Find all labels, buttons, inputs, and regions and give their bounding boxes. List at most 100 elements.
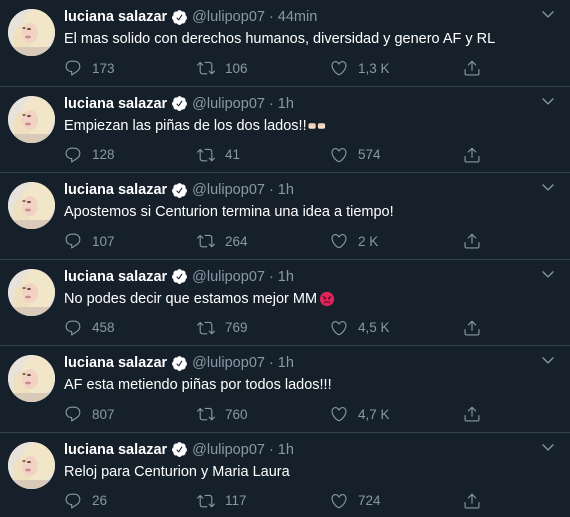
reply-button[interactable]: 107 (64, 232, 197, 250)
retweet-count: 106 (225, 60, 248, 76)
verified-badge-icon (171, 268, 188, 285)
share-icon (464, 233, 480, 249)
reply-icon (65, 493, 81, 508)
chevron-down-icon[interactable] (540, 179, 556, 195)
chevron-down-icon[interactable] (540, 266, 556, 282)
tweet-text: Empiezan las piñas de los dos lados!! (64, 117, 558, 136)
chevron-down-icon[interactable] (540, 439, 556, 455)
chevron-down-icon[interactable] (540, 6, 556, 22)
share-button[interactable] (463, 319, 481, 337)
tweet-timestamp[interactable]: 1h (278, 442, 294, 458)
tweet[interactable]: luciana salazar @lulipop07 · 1h Apostemo… (0, 173, 570, 260)
retweet-icon (197, 407, 215, 421)
tweet[interactable]: luciana salazar @lulipop07 · 44min El ma… (0, 0, 570, 87)
retweet-icon (197, 494, 215, 507)
avatar[interactable] (8, 9, 55, 56)
tweet[interactable]: luciana salazar @lulipop07 · 1h No podes… (0, 260, 570, 346)
like-button[interactable]: 1,3 K (330, 59, 463, 77)
tweet-actions: 128 41 574 (64, 145, 558, 165)
reply-count: 173 (92, 60, 115, 76)
reply-button[interactable]: 458 (64, 319, 197, 337)
tweet-header: luciana salazar @lulipop07 · 1h (64, 181, 558, 199)
heart-icon (331, 407, 347, 422)
retweet-count: 41 (225, 147, 241, 162)
like-count: 574 (358, 147, 381, 162)
avatar[interactable] (8, 441, 55, 489)
tweet-text-content: Empiezan las piñas de los dos lados!! (64, 117, 307, 134)
tweet-timestamp[interactable]: 44min (278, 9, 318, 25)
like-count: 724 (358, 493, 381, 508)
author-name[interactable]: luciana salazar (64, 96, 167, 112)
avatar[interactable] (8, 95, 55, 143)
share-icon (464, 60, 480, 76)
tweet-timestamp[interactable]: 1h (278, 355, 294, 371)
emoji-slot (317, 290, 336, 309)
chevron-down-icon[interactable] (540, 93, 556, 109)
retweet-icon (197, 61, 215, 75)
chevron-down-icon[interactable] (540, 352, 556, 368)
angry-face-emoji-icon (319, 291, 335, 306)
author-name[interactable]: luciana salazar (64, 442, 167, 458)
author-name[interactable]: luciana salazar (64, 182, 167, 198)
reply-button[interactable]: 26 (64, 492, 197, 510)
like-count: 4,5 K (358, 320, 390, 335)
tweet-header: luciana salazar @lulipop07 · 1h (64, 268, 558, 286)
reply-button[interactable]: 173 (64, 59, 197, 77)
retweet-button[interactable]: 769 (197, 319, 330, 337)
retweet-count: 117 (225, 493, 247, 508)
author-name[interactable]: luciana salazar (64, 9, 167, 25)
retweet-icon (197, 234, 215, 248)
avatar[interactable] (8, 182, 55, 229)
retweet-button[interactable]: 41 (197, 146, 330, 164)
reply-icon (65, 147, 81, 162)
tweet-actions: 26 117 724 (64, 491, 558, 511)
retweet-button[interactable]: 264 (197, 232, 330, 250)
separator-dot: · (268, 95, 274, 112)
reply-count: 458 (92, 320, 115, 335)
like-button[interactable]: 2 K (330, 232, 463, 250)
tweet-actions: 107 264 2 K (64, 231, 558, 251)
tweet-text-content: No podes decir que estamos mejor MM (64, 290, 318, 307)
like-count: 2 K (358, 233, 379, 249)
share-button[interactable] (463, 146, 481, 164)
author-handle[interactable]: @lulipop07 (192, 9, 265, 25)
author-handle[interactable]: @lulipop07 (192, 96, 265, 112)
reply-button[interactable]: 128 (64, 146, 197, 164)
avatar[interactable] (8, 268, 55, 316)
author-handle[interactable]: @lulipop07 (192, 355, 265, 371)
verified-badge-icon (171, 9, 188, 26)
like-button[interactable]: 4,7 K (330, 405, 463, 423)
tweet-timestamp[interactable]: 1h (278, 96, 294, 112)
share-button[interactable] (463, 59, 481, 77)
like-count: 4,7 K (358, 406, 390, 422)
avatar[interactable] (8, 355, 55, 402)
tweet[interactable]: luciana salazar @lulipop07 · 1h Empiezan… (0, 87, 570, 173)
tweet-timestamp[interactable]: 1h (278, 182, 294, 198)
tweet-header: luciana salazar @lulipop07 · 1h (64, 354, 558, 372)
author-handle[interactable]: @lulipop07 (192, 182, 265, 198)
tweet-text: Apostemos si Centurion termina una idea … (64, 203, 558, 222)
share-button[interactable] (463, 405, 481, 423)
reply-count: 26 (92, 493, 108, 508)
author-handle[interactable]: @lulipop07 (192, 269, 265, 285)
reply-icon (65, 233, 81, 249)
retweet-button[interactable]: 760 (197, 405, 330, 423)
separator-dot: · (268, 182, 274, 198)
author-name[interactable]: luciana salazar (64, 355, 167, 371)
reply-button[interactable]: 807 (64, 405, 197, 423)
retweet-button[interactable]: 117 (197, 492, 330, 510)
like-button[interactable]: 4,5 K (330, 319, 463, 337)
like-button[interactable]: 724 (330, 492, 463, 510)
separator-dot: · (268, 441, 274, 458)
heart-icon (331, 61, 347, 76)
tweet-content: luciana salazar @lulipop07 · 1h Empiezan… (64, 95, 558, 173)
tweet-timestamp[interactable]: 1h (278, 269, 294, 285)
author-name[interactable]: luciana salazar (64, 269, 167, 285)
share-button[interactable] (463, 492, 481, 510)
author-handle[interactable]: @lulipop07 (192, 442, 265, 458)
retweet-button[interactable]: 106 (197, 59, 330, 77)
tweet[interactable]: luciana salazar @lulipop07 · 1h AF esta … (0, 346, 570, 433)
like-button[interactable]: 574 (330, 146, 463, 164)
share-button[interactable] (463, 232, 481, 250)
tweet[interactable]: luciana salazar @lulipop07 · 1h Reloj pa… (0, 433, 570, 517)
